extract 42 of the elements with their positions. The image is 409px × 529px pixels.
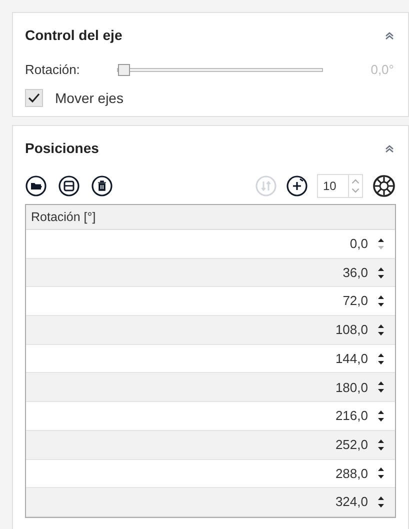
rotation-value: 324,0 <box>335 493 368 512</box>
collapse-icon[interactable] <box>385 144 394 153</box>
rotation-value: 144,0 <box>335 350 368 368</box>
checkbox-label: Mover ejes <box>55 88 124 108</box>
spin-arrows-icon[interactable] <box>377 438 385 452</box>
spin-arrows-icon[interactable] <box>377 322 385 337</box>
count-spinbox[interactable]: 10 <box>317 174 363 198</box>
open-folder-icon[interactable] <box>25 175 47 197</box>
table-row[interactable]: 36,0 <box>26 258 395 288</box>
rotation-value: 252,0 <box>335 436 368 454</box>
rotation-value: 108,0 <box>335 321 368 340</box>
rotation-reading: 0,0° <box>370 61 395 79</box>
save-icon[interactable] <box>58 175 80 197</box>
rotation-value: 216,0 <box>335 407 368 426</box>
collapse-icon[interactable] <box>385 31 394 40</box>
rotation-value: 72,0 <box>342 292 368 310</box>
spin-arrows-icon[interactable] <box>377 495 385 510</box>
rotation-value: 36,0 <box>342 264 368 282</box>
rotation-value: 0,0 <box>350 235 368 254</box>
spin-arrows-icon[interactable] <box>377 466 385 480</box>
spin-arrows-icon[interactable] <box>377 294 385 308</box>
spin-arrows-icon[interactable] <box>377 266 385 280</box>
snowflake-wheel-icon[interactable] <box>372 174 396 198</box>
table-row[interactable]: 324,0 <box>26 488 395 517</box>
slider-thumb[interactable] <box>118 64 130 76</box>
table-row[interactable]: 288,0 <box>26 460 395 488</box>
rotation-value: 180,0 <box>335 378 368 397</box>
table-row[interactable]: 252,0 <box>26 430 395 460</box>
spin-arrows-icon[interactable] <box>377 408 385 423</box>
spin-arrows-icon[interactable] <box>377 352 385 366</box>
add-rotate-icon[interactable] <box>286 175 308 197</box>
table-row[interactable]: 180,0 <box>26 373 395 402</box>
spin-arrows-icon[interactable] <box>377 380 385 394</box>
check-icon <box>28 93 40 103</box>
panel-title: Control del eje <box>25 26 122 45</box>
panel-title: Posiciones <box>25 139 99 158</box>
rotation-label: Rotación: <box>25 61 81 79</box>
delete-icon[interactable] <box>91 175 113 197</box>
table-row[interactable]: 108,0 <box>26 316 395 345</box>
checkbox[interactable] <box>25 89 43 107</box>
column-header: Rotación [°] <box>26 205 395 230</box>
rotation-value: 288,0 <box>335 464 368 483</box>
